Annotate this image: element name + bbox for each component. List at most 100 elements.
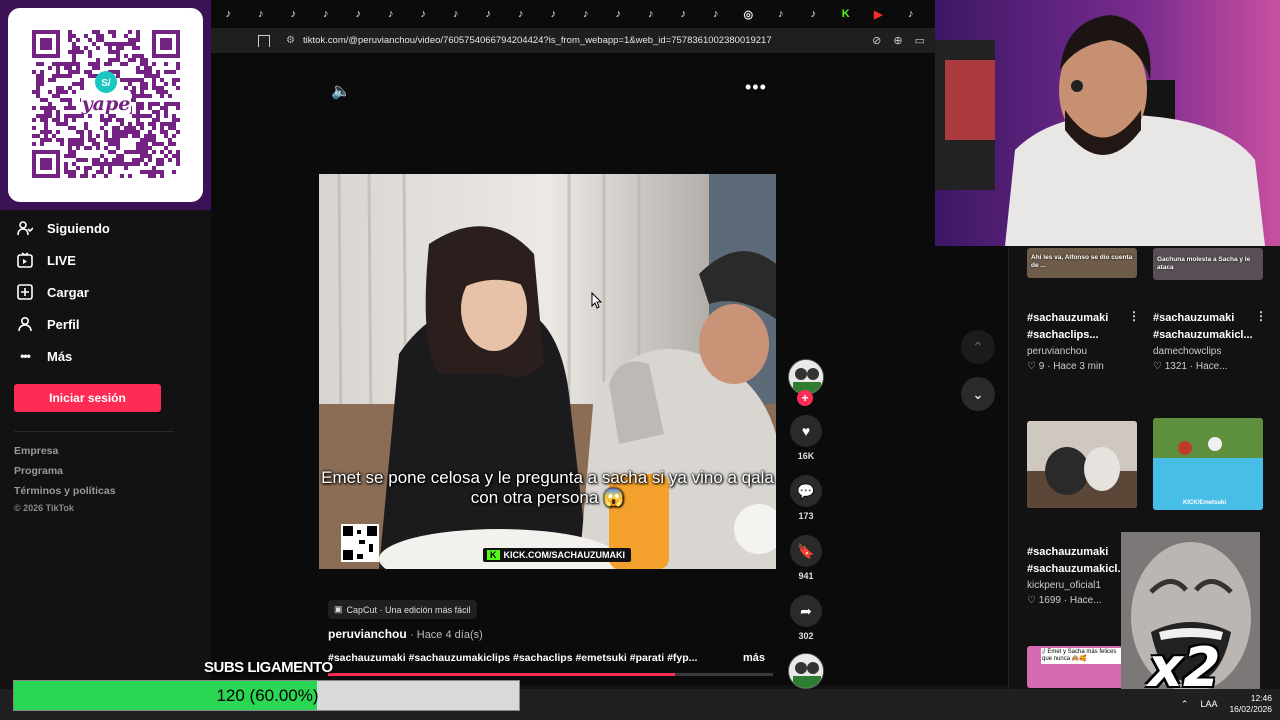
browser-tab[interactable]: ♪ — [472, 0, 505, 28]
sidebar-item-label: Cargar — [47, 284, 89, 300]
browser-tab[interactable]: ♪ — [375, 0, 408, 28]
share-button[interactable]: ➦ — [790, 595, 822, 627]
tab-favicon-icon: ♪ — [615, 8, 622, 20]
browser-tab[interactable]: ♪ — [407, 0, 440, 28]
browser-tab[interactable]: ♪ — [212, 0, 245, 28]
webcam-overlay — [935, 0, 1280, 246]
sidebar-item-label: Más — [47, 348, 73, 364]
browser-tab[interactable]: ♪ — [797, 0, 830, 28]
previous-video-button[interactable]: ⌃ — [961, 330, 995, 364]
site-info-icon[interactable]: ⚙ — [286, 35, 295, 46]
more-link[interactable]: más — [743, 652, 765, 664]
browser-tab[interactable]: ♪ — [667, 0, 700, 28]
video-feed: 🔈 ••• Emet se pone celosa y le pregunta … — [211, 53, 1008, 689]
video-player[interactable]: Emet se pone celosa y le pregunta a sach… — [319, 174, 776, 569]
video-progress-fill — [328, 673, 676, 676]
tab-favicon-icon: K — [841, 8, 850, 20]
related-author[interactable]: kickperu_oficial1 — [1027, 580, 1101, 591]
save-button[interactable]: 🔖 — [790, 535, 822, 567]
footer-link-company[interactable]: Empresa — [14, 445, 58, 457]
browser-tab[interactable]: ♪ — [440, 0, 473, 28]
video-hashtags[interactable]: #sachauzumaki #sachauzumakiclips #sachac… — [328, 652, 697, 664]
thumb-text: KICK/Emetsuki — [1183, 500, 1227, 506]
tab-favicon-icon: ♪ — [225, 8, 232, 20]
browser-tab[interactable]: ♪ — [537, 0, 570, 28]
more-options-icon[interactable]: ••• — [745, 77, 767, 98]
next-video-button[interactable]: ⌄ — [961, 377, 995, 411]
bookmark-icon[interactable] — [258, 34, 270, 47]
thumb-text: Ahí les va, Alfonso se dio cuenta de ... — [1031, 254, 1133, 269]
language-indicator[interactable]: LAA — [1200, 699, 1217, 709]
footer-link-program[interactable]: Programa — [14, 465, 63, 477]
zoom-icon[interactable]: ⊕ — [893, 34, 902, 47]
divider — [14, 431, 174, 432]
sidebar-item-live[interactable]: LIVE — [17, 252, 76, 268]
like-button[interactable]: ♥ — [790, 415, 822, 447]
tab-favicon-icon: ♪ — [908, 8, 914, 20]
browser-tab[interactable]: ♪ — [245, 0, 278, 28]
system-tray: ⌃ LAA 12:46 16/02/2026 — [1181, 693, 1272, 715]
sidebar-item-following[interactable]: Siguiendo — [17, 220, 110, 236]
browser-tab[interactable]: ♪ — [570, 0, 603, 28]
tab-favicon-icon: ♪ — [485, 8, 492, 20]
cast-icon[interactable]: ▭ — [915, 34, 925, 47]
clock[interactable]: 12:46 16/02/2026 — [1229, 693, 1272, 715]
browser-tab-strip: ♪ ♪ ♪ ♪ ♪ ♪ ♪ ♪ ♪ ♪ ♪ ♪ ♪ ♪ ♪ ♪ ◎ ♪ ♪ K ▶ ♪ — [210, 0, 935, 28]
browser-tab[interactable]: ♪ — [310, 0, 343, 28]
upload-icon — [17, 284, 33, 300]
capcut-text: CapCut · Una edición más fácil — [346, 604, 471, 615]
related-author[interactable]: peruvianchou — [1027, 346, 1087, 357]
bookmark-icon: 🔖 — [797, 542, 815, 559]
tab-favicon-icon: ♪ — [518, 8, 524, 20]
related-title[interactable]: #sachauzumaki #sachauzumakicl... — [1027, 544, 1127, 578]
sidebar-item-more[interactable]: ••• Más — [17, 348, 72, 364]
browser-tab[interactable]: ♪ — [635, 0, 668, 28]
kebab-icon[interactable]: ⋮ — [1255, 309, 1267, 323]
music-disc-avatar[interactable] — [788, 653, 824, 689]
browser-tab[interactable]: K — [830, 0, 863, 28]
follow-plus-button[interactable]: + — [797, 390, 813, 406]
tab-favicon-icon: ♪ — [420, 8, 427, 20]
related-thumb[interactable]: Gachuna molesta a Sacha y le ataca — [1153, 248, 1263, 280]
browser-tab[interactable]: ♪ — [277, 0, 310, 28]
capcut-tag[interactable]: ▣ CapCut · Una edición más fácil — [328, 600, 477, 619]
action-column: + ♥ 16K 💬 173 🔖 941 ➦ 302 — [787, 359, 825, 689]
yape-logo: S/ yape — [81, 71, 131, 115]
browser-tab[interactable]: ◎ — [732, 0, 765, 28]
comment-button[interactable]: 💬 — [790, 475, 822, 507]
volume-icon[interactable]: 🔈 — [331, 81, 351, 101]
tab-favicon-icon: ♪ — [323, 8, 329, 20]
url-text[interactable]: tiktok.com/@peruvianchou/video/760575406… — [303, 35, 772, 46]
related-thumb[interactable]: KICK/Emetsuki — [1153, 418, 1263, 510]
sidebar-item-label: Perfil — [47, 316, 80, 332]
author-name[interactable]: peruvianchou — [328, 627, 407, 641]
related-meta: ♡ 1699 · Hace... — [1027, 595, 1102, 606]
tab-favicon-icon: ♪ — [680, 8, 687, 20]
screen: ♪ ♪ ♪ ♪ ♪ ♪ ♪ ♪ ♪ ♪ ♪ ♪ ♪ ♪ ♪ ♪ ◎ ♪ ♪ K ▶ ♪ ⚙ tiktok.com/@per… — [0, 0, 1280, 720]
browser-tab[interactable]: ♪ — [342, 0, 375, 28]
address-bar[interactable]: ⚙ tiktok.com/@peruvianchou/video/7605754… — [210, 28, 935, 53]
kebab-icon[interactable]: ⋮ — [1128, 309, 1140, 323]
browser-tab[interactable]: ♪ — [505, 0, 538, 28]
browser-tab[interactable]: ♪ — [765, 0, 798, 28]
browser-tab[interactable]: ♪ — [895, 0, 928, 28]
chevron-up-icon[interactable]: ⌃ — [1181, 699, 1189, 710]
video-frame — [319, 174, 776, 569]
tab-favicon-icon: ♪ — [713, 8, 719, 20]
comment-icon: 💬 — [797, 482, 815, 499]
footer-link-terms[interactable]: Términos y políticas — [14, 485, 116, 497]
login-button[interactable]: Iniciar sesión — [14, 384, 161, 412]
browser-tab[interactable]: ♪ — [602, 0, 635, 28]
related-thumb[interactable] — [1027, 421, 1137, 508]
sidebar-item-upload[interactable]: Cargar — [17, 284, 89, 300]
sidebar-item-profile[interactable]: Perfil — [17, 316, 80, 332]
browser-tab[interactable]: ▶ — [862, 0, 895, 28]
video-progress-bar[interactable] — [328, 673, 773, 676]
browser-tab[interactable]: ♪ — [700, 0, 733, 28]
related-author[interactable]: damechowclips — [1153, 346, 1221, 357]
related-thumb[interactable]: Ahí les va, Alfonso se dio cuenta de ... — [1027, 248, 1137, 278]
related-title[interactable]: #sachauzumaki #sachaclips... — [1027, 310, 1108, 344]
translate-icon[interactable]: ⊘ — [872, 34, 881, 47]
related-title[interactable]: #sachauzumaki #sachauzumakicl... — [1153, 310, 1253, 344]
kick-logo-icon: K — [487, 550, 500, 560]
